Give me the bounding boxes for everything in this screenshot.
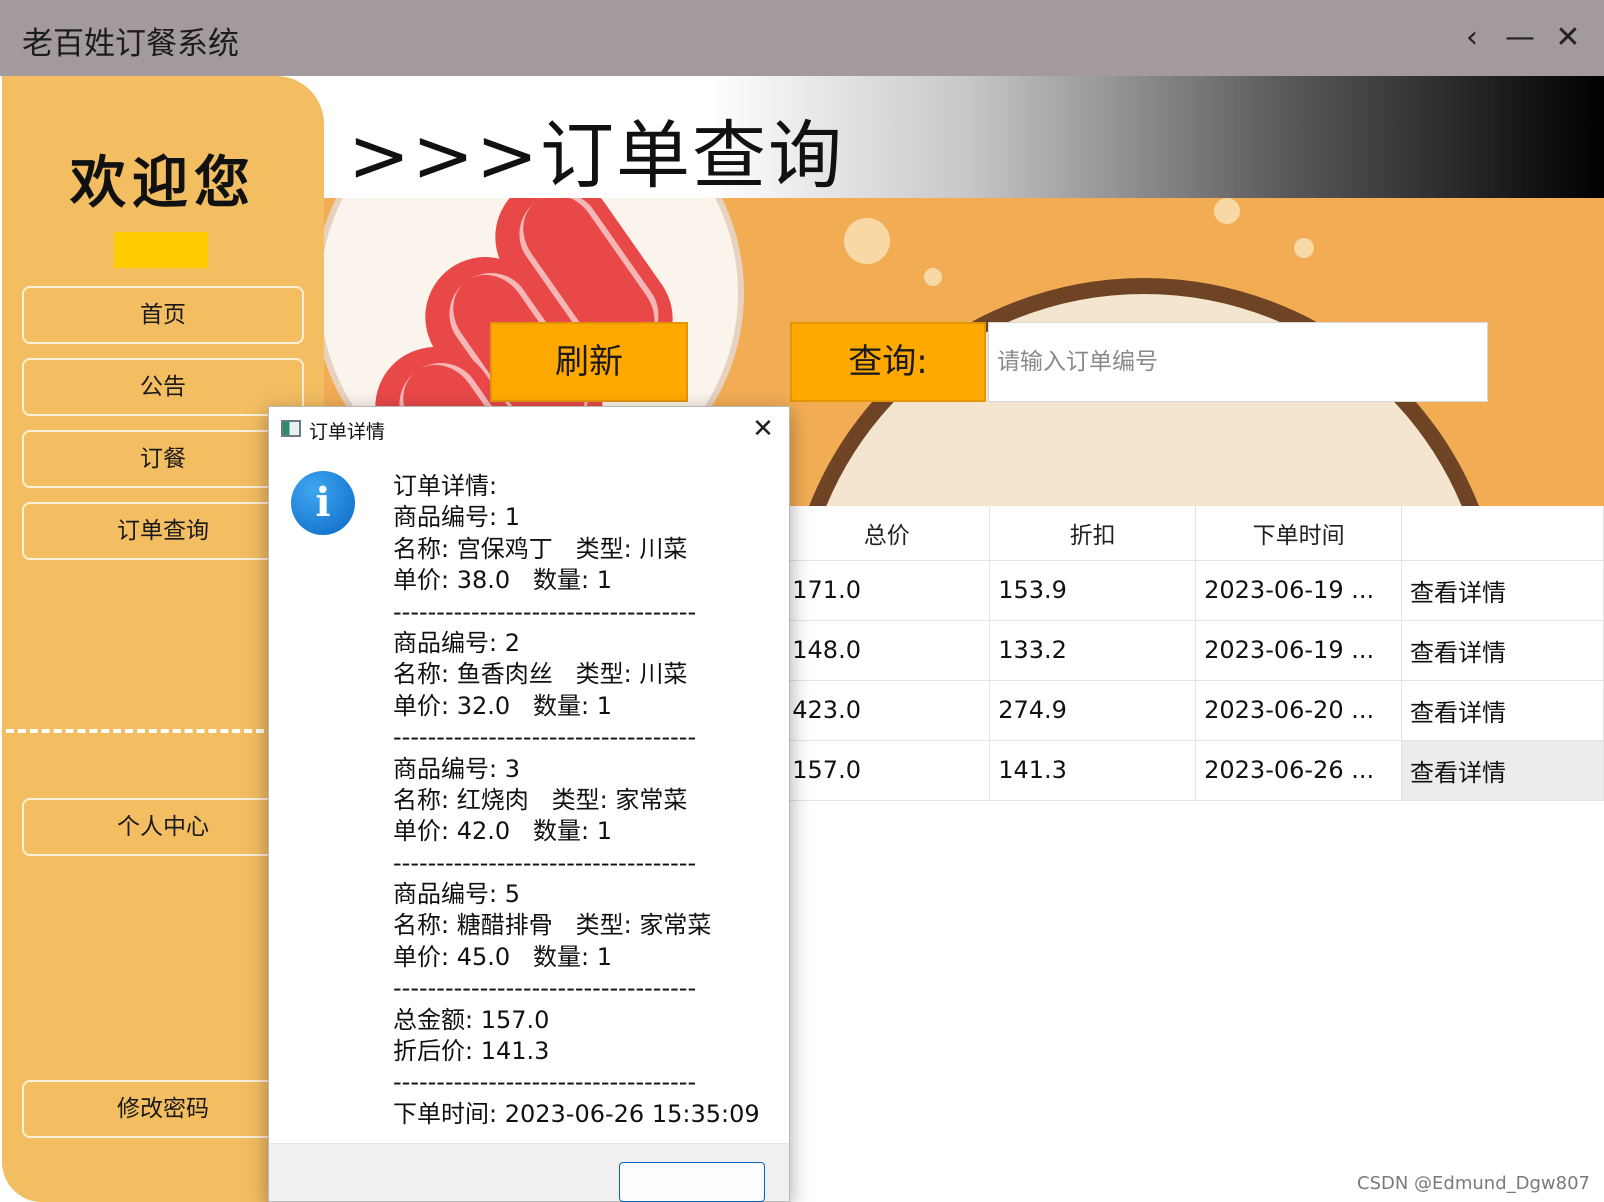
order-number-search-input[interactable] — [988, 322, 1488, 402]
window-title: 老百姓订餐系统 — [22, 26, 239, 62]
dialog-line: 商品编号: 2 — [393, 628, 520, 657]
table-cell-time: 2023-06-19 ... — [1195, 559, 1403, 620]
dialog-separator: ----------------------------------- — [393, 1068, 697, 1097]
dialog-message: 订单详情: 商品编号: 1 名称: 宫保鸡丁 类型: 川菜 单价: 38.0 数… — [393, 471, 773, 1130]
sidebar-item-change-password[interactable]: 修改密码 — [22, 1080, 304, 1138]
view-details-button[interactable]: 查看详情 — [1401, 739, 1604, 800]
table-cell-time: 2023-06-19 ... — [1195, 619, 1403, 680]
dialog-separator: ----------------------------------- — [393, 723, 697, 752]
view-details-button[interactable]: 查看详情 — [1401, 559, 1604, 620]
dialog-line: 单价: 38.0 数量: 1 — [393, 566, 613, 595]
dialog-line: 名称: 鱼香肉丝 类型: 川菜 — [393, 660, 688, 689]
column-header-order-time[interactable]: 下单时间 — [1195, 506, 1403, 560]
user-badge — [114, 232, 208, 268]
table-cell-discount: 141.3 — [989, 739, 1197, 800]
column-header-total[interactable]: 总价 — [783, 506, 991, 560]
query-button[interactable]: 查询: — [790, 322, 986, 402]
table-cell-total: 423.0 — [783, 679, 991, 740]
dialog-line: 商品编号: 1 — [393, 503, 520, 532]
decor-dot — [924, 268, 942, 286]
page-header: >>>订单查询 — [324, 76, 1604, 199]
sidebar-divider — [6, 729, 264, 733]
window-close-icon[interactable]: ✕ — [1548, 18, 1588, 58]
window-titlebar: 老百姓订餐系统 ‹ — ✕ — [0, 0, 1604, 76]
minimize-icon[interactable]: — — [1500, 18, 1540, 58]
sidebar-item-profile[interactable]: 个人中心 — [22, 798, 304, 856]
table-cell-total: 171.0 — [783, 559, 991, 620]
table-cell-total: 148.0 — [783, 619, 991, 680]
decor-dot — [1214, 198, 1240, 224]
dialog-line: 单价: 32.0 数量: 1 — [393, 691, 613, 720]
back-icon[interactable]: ‹ — [1452, 18, 1492, 58]
sidebar-item-order-query[interactable]: 订单查询 — [22, 502, 304, 560]
decor-dot — [844, 218, 890, 264]
order-detail-dialog: 订单详情 ✕ i 订单详情: 商品编号: 1 名称: 宫保鸡丁 类型: 川菜 单… — [268, 406, 790, 1202]
decor-dot — [1294, 238, 1314, 258]
page-title: >>>订单查询 — [348, 113, 845, 199]
column-header-discount[interactable]: 折扣 — [989, 506, 1197, 560]
dialog-ok-button[interactable] — [619, 1162, 765, 1202]
dialog-footer — [269, 1143, 789, 1202]
table-cell-discount: 133.2 — [989, 619, 1197, 680]
table-cell-time: 2023-06-26 ... — [1195, 739, 1403, 800]
table-cell-discount: 274.9 — [989, 679, 1197, 740]
dialog-titlebar[interactable]: 订单详情 ✕ — [269, 407, 789, 451]
column-header-action[interactable] — [1401, 506, 1604, 560]
dialog-separator: ----------------------------------- — [393, 848, 697, 877]
dialog-line: 名称: 宫保鸡丁 类型: 川菜 — [393, 534, 688, 563]
info-icon: i — [291, 471, 355, 535]
view-details-button[interactable]: 查看详情 — [1401, 619, 1604, 680]
sidebar-item-home[interactable]: 首页 — [22, 286, 304, 344]
watermark: CSDN @Edmund_Dgw807 — [1357, 1173, 1590, 1194]
sidebar-item-order-food[interactable]: 订餐 — [22, 430, 304, 488]
close-icon[interactable]: ✕ — [747, 411, 779, 447]
sidebar-item-notice[interactable]: 公告 — [22, 358, 304, 416]
dialog-line: 名称: 红烧肉 类型: 家常菜 — [393, 785, 688, 814]
dialog-line-total: 总金额: 157.0 — [393, 1005, 550, 1034]
refresh-button[interactable]: 刷新 — [490, 322, 688, 402]
dialog-title: 订单详情 — [309, 421, 386, 443]
dialog-line: 商品编号: 3 — [393, 754, 520, 783]
dialog-line: 单价: 45.0 数量: 1 — [393, 942, 613, 971]
welcome-heading: 欢迎您 — [70, 150, 256, 216]
window-app-icon — [281, 420, 301, 437]
dialog-line: 名称: 糖醋排骨 类型: 家常菜 — [393, 911, 712, 940]
view-details-button[interactable]: 查看详情 — [1401, 679, 1604, 740]
table-cell-discount: 153.9 — [989, 559, 1197, 620]
dialog-line: 订单详情: — [393, 472, 498, 500]
dialog-line-discounted: 折后价: 141.3 — [393, 1037, 550, 1066]
dialog-line: 商品编号: 5 — [393, 880, 520, 909]
dialog-separator: ----------------------------------- — [393, 974, 697, 1003]
dialog-separator: ----------------------------------- — [393, 597, 697, 626]
dialog-line: 单价: 42.0 数量: 1 — [393, 817, 613, 846]
table-cell-time: 2023-06-20 ... — [1195, 679, 1403, 740]
table-cell-total: 157.0 — [783, 739, 991, 800]
dialog-line-order-time: 下单时间: 2023-06-26 15:35:09 — [393, 1099, 760, 1128]
